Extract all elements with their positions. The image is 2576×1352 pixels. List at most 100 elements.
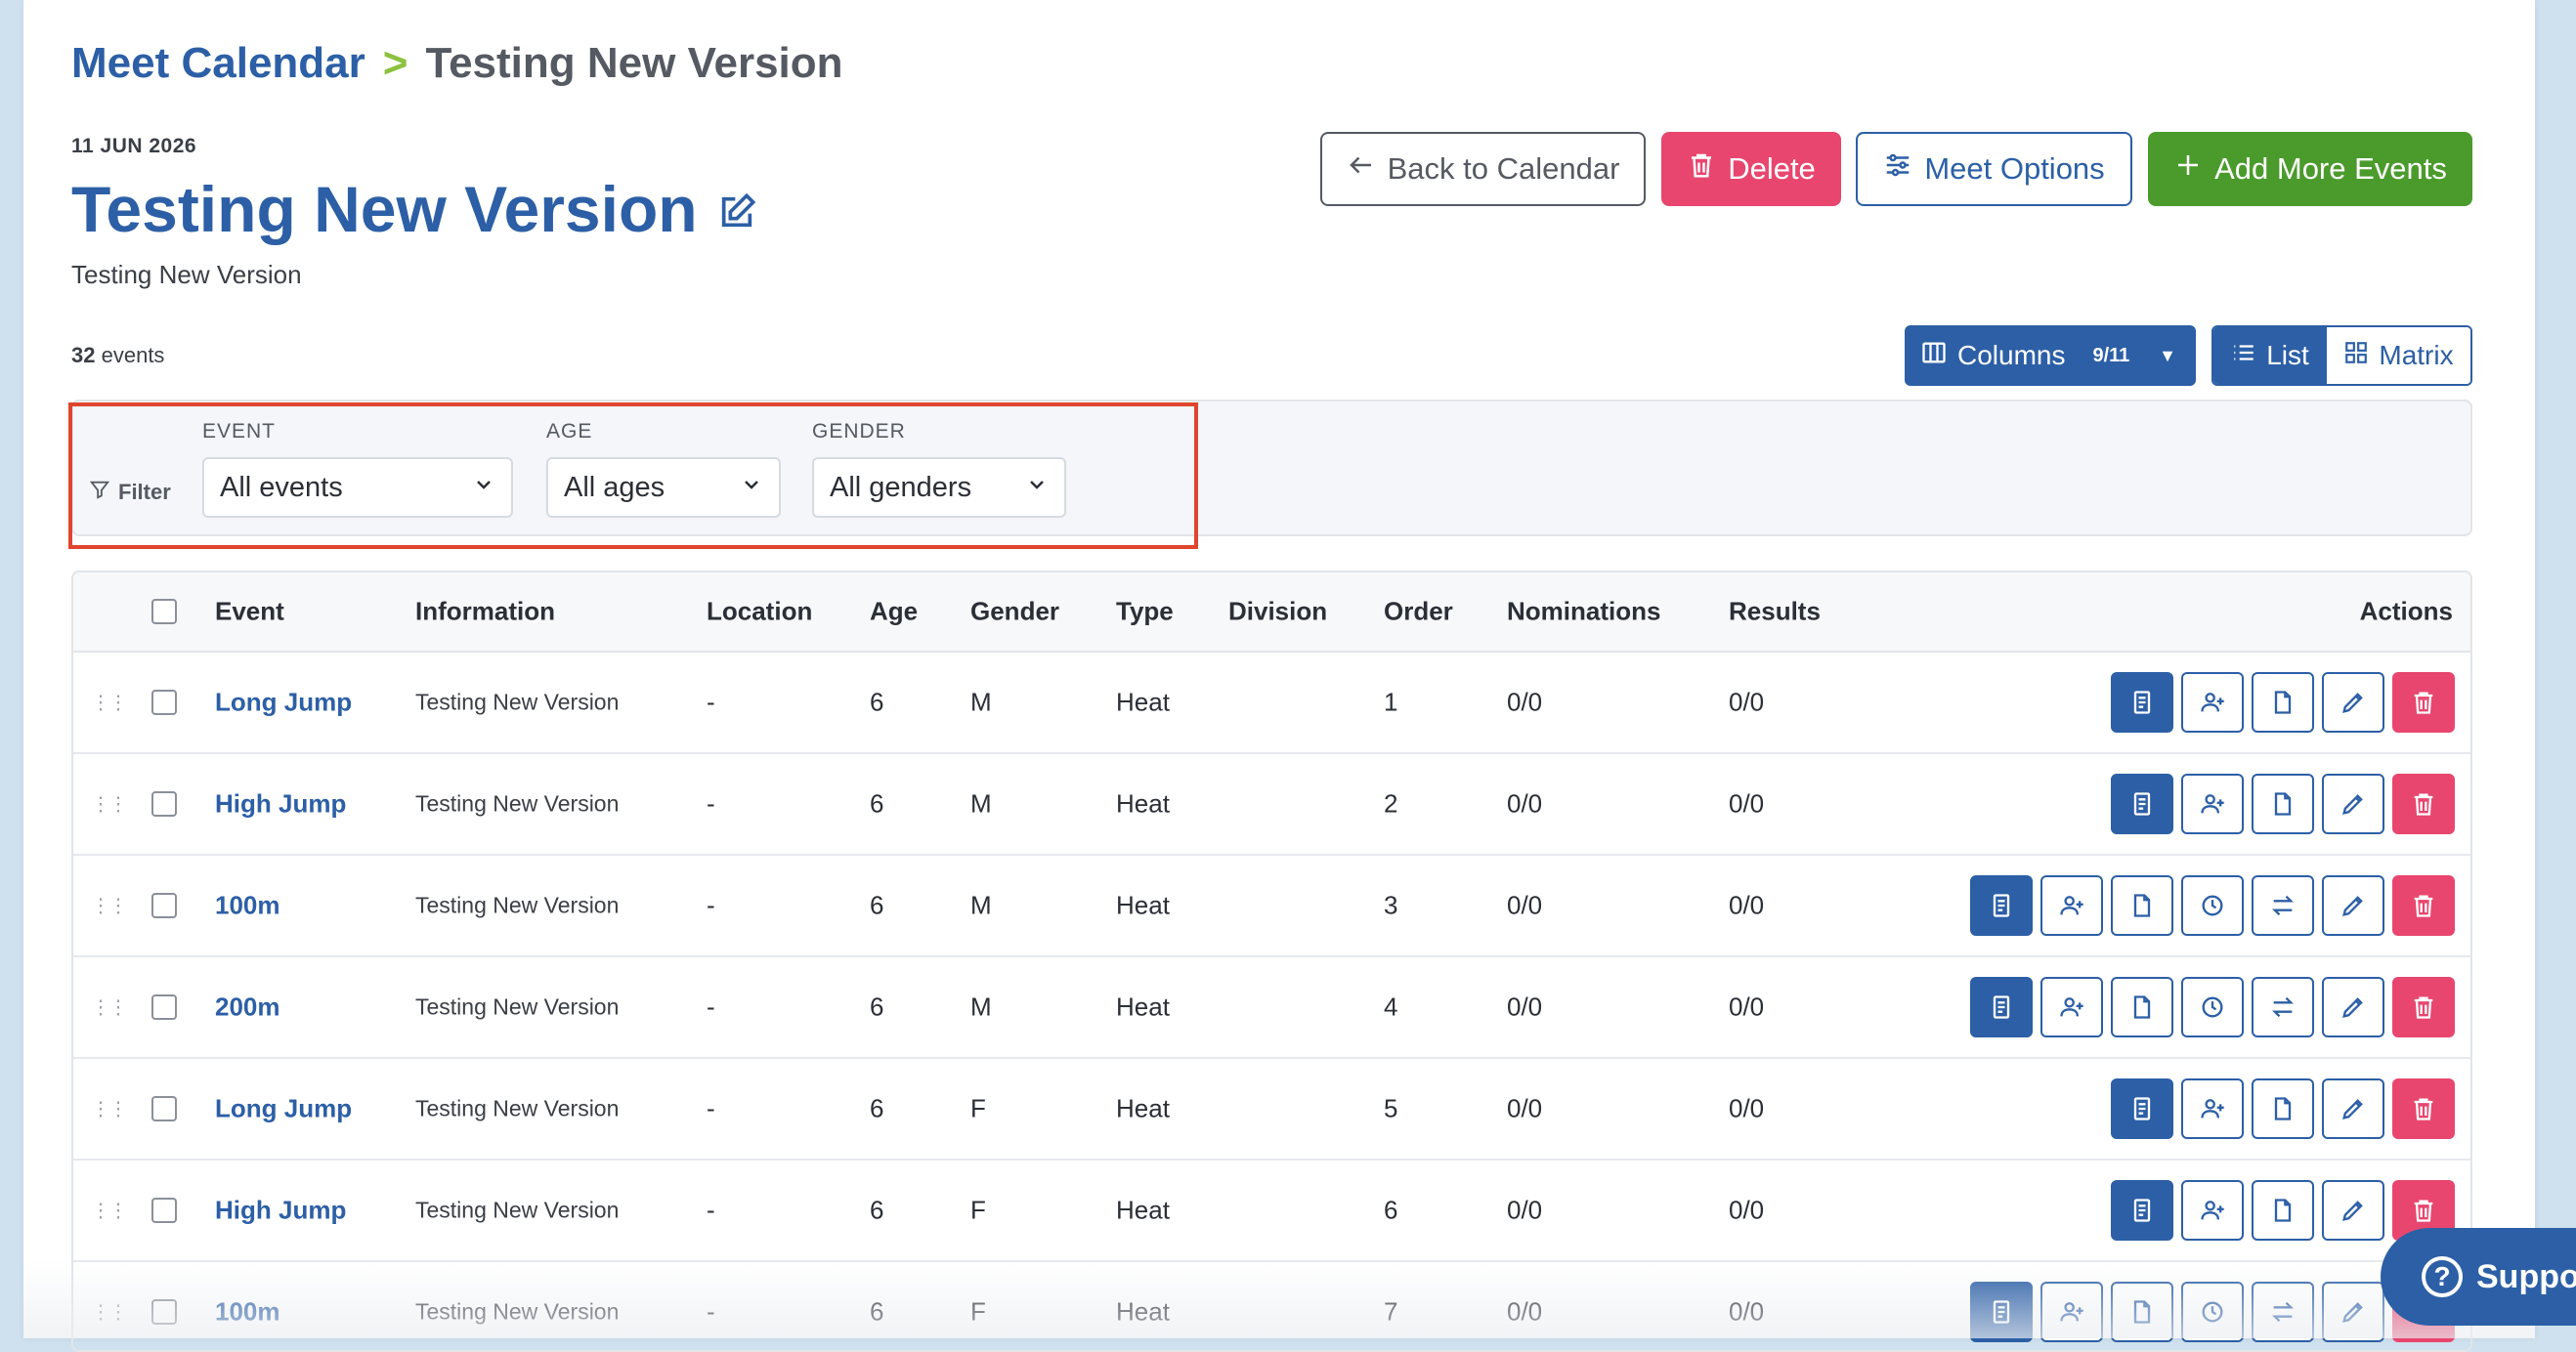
matrix-view-button[interactable]: Matrix — [2327, 327, 2470, 384]
document-button[interactable] — [2252, 1180, 2314, 1241]
gender-cell: M — [970, 788, 992, 819]
gender-filter-select[interactable]: All genders — [812, 457, 1066, 518]
drag-handle-icon[interactable]: ⋮⋮ — [91, 1199, 128, 1223]
results-button[interactable] — [2111, 774, 2173, 834]
document-button[interactable] — [2111, 977, 2173, 1037]
pencil-button[interactable] — [2322, 774, 2384, 834]
drag-handle-icon[interactable]: ⋮⋮ — [91, 894, 128, 918]
results-button[interactable] — [1970, 1282, 2033, 1342]
drag-handle-icon[interactable]: ⋮⋮ — [91, 995, 128, 1020]
add-user-button[interactable] — [2040, 977, 2103, 1037]
header-order[interactable]: Order — [1384, 597, 1453, 627]
trash-button[interactable] — [2392, 1078, 2455, 1139]
meet-options-button[interactable]: Meet Options — [1856, 132, 2132, 206]
delete-label: Delete — [1728, 151, 1816, 186]
back-to-calendar-button[interactable]: Back to Calendar — [1320, 132, 1646, 206]
swap-button[interactable] — [2252, 1282, 2314, 1342]
select-all-checkbox[interactable] — [151, 599, 177, 624]
drag-handle-icon[interactable]: ⋮⋮ — [91, 792, 128, 817]
trash-button[interactable] — [2392, 977, 2455, 1037]
drag-handle-icon[interactable]: ⋮⋮ — [91, 1097, 128, 1121]
document-button[interactable] — [2252, 1078, 2314, 1139]
pencil-button[interactable] — [2322, 1078, 2384, 1139]
header-results[interactable]: Results — [1729, 597, 1821, 627]
delete-button[interactable]: Delete — [1661, 132, 1841, 206]
trash-button[interactable] — [2392, 672, 2455, 733]
columns-dropdown-button[interactable]: Columns 9/11 ▼ — [1905, 325, 2196, 386]
add-user-button[interactable] — [2181, 1180, 2244, 1241]
document-button[interactable] — [2111, 1282, 2173, 1342]
add-user-button[interactable] — [2181, 774, 2244, 834]
row-checkbox[interactable] — [151, 1096, 177, 1121]
clock-button[interactable] — [2181, 977, 2244, 1037]
gender-cell: F — [970, 1093, 986, 1123]
trash-button[interactable] — [2392, 875, 2455, 936]
pencil-icon — [2340, 892, 2367, 919]
breadcrumb-meet-calendar-link[interactable]: Meet Calendar — [71, 39, 365, 88]
results-button[interactable] — [2111, 672, 2173, 733]
event-link[interactable]: High Jump — [215, 1196, 346, 1226]
swap-button[interactable] — [2252, 875, 2314, 936]
header-location[interactable]: Location — [707, 597, 812, 627]
clock-button[interactable] — [2181, 1282, 2244, 1342]
age-filter-select[interactable]: All ages — [546, 457, 781, 518]
row-checkbox[interactable] — [151, 1299, 177, 1325]
results-button[interactable] — [2111, 1180, 2173, 1241]
document-icon — [2269, 1197, 2297, 1224]
event-link[interactable]: High Jump — [215, 789, 346, 820]
results-cell: 0/0 — [1729, 687, 1765, 717]
chevron-down-icon: ▼ — [2159, 345, 2176, 365]
row-checkbox[interactable] — [151, 791, 177, 817]
event-link[interactable]: 100m — [215, 1297, 280, 1328]
edit-icon[interactable] — [717, 172, 756, 246]
results-button[interactable] — [1970, 875, 2033, 936]
row-checkbox[interactable] — [151, 1198, 177, 1223]
swap-button[interactable] — [2252, 977, 2314, 1037]
table-row: ⋮⋮ High Jump Testing New Version - 6 F Heat 6 0/… — [73, 1161, 2470, 1262]
add-user-button[interactable] — [2040, 1282, 2103, 1342]
header-division[interactable]: Division — [1228, 597, 1327, 627]
document-button[interactable] — [2252, 672, 2314, 733]
pencil-button[interactable] — [2322, 672, 2384, 733]
pencil-button[interactable] — [2322, 977, 2384, 1037]
row-checkbox[interactable] — [151, 893, 177, 918]
event-link[interactable]: 100m — [215, 891, 280, 921]
header-gender[interactable]: Gender — [970, 597, 1059, 627]
trash-button[interactable] — [2392, 774, 2455, 834]
header-type[interactable]: Type — [1116, 597, 1174, 627]
results-button[interactable] — [2111, 1078, 2173, 1139]
add-more-events-button[interactable]: Add More Events — [2148, 132, 2472, 206]
drag-handle-icon[interactable]: ⋮⋮ — [91, 691, 128, 715]
pencil-button[interactable] — [2322, 875, 2384, 936]
header-age[interactable]: Age — [870, 597, 918, 627]
results-button[interactable] — [1970, 977, 2033, 1037]
document-button[interactable] — [2252, 774, 2314, 834]
add-user-button[interactable] — [2181, 672, 2244, 733]
pencil-button[interactable] — [2322, 1180, 2384, 1241]
list-view-button[interactable]: List — [2213, 327, 2327, 384]
row-checkbox[interactable] — [151, 994, 177, 1020]
age-cell: 6 — [870, 1093, 884, 1123]
pencil-button[interactable] — [2322, 1282, 2384, 1342]
clock-button[interactable] — [2181, 875, 2244, 936]
header-information[interactable]: Information — [415, 597, 555, 627]
event-link[interactable]: Long Jump — [215, 1094, 352, 1124]
support-button[interactable]: ? Suppo — [2381, 1228, 2576, 1326]
plus-icon — [2173, 150, 2203, 188]
header-event[interactable]: Event — [215, 597, 284, 627]
drag-handle-icon[interactable]: ⋮⋮ — [91, 1300, 128, 1325]
event-filter-select[interactable]: All events — [202, 457, 513, 518]
table-row: ⋮⋮ High Jump Testing New Version - 6 M Heat 2 0/… — [73, 754, 2470, 856]
pencil-icon — [2340, 689, 2367, 716]
results-icon — [2128, 1095, 2156, 1122]
row-checkbox[interactable] — [151, 690, 177, 715]
document-button[interactable] — [2111, 875, 2173, 936]
location-cell: - — [707, 687, 715, 717]
support-label: Suppo — [2476, 1257, 2576, 1295]
event-link[interactable]: Long Jump — [215, 688, 352, 718]
add-user-button[interactable] — [2181, 1078, 2244, 1139]
event-link[interactable]: 200m — [215, 993, 280, 1023]
age-cell: 6 — [870, 992, 884, 1022]
header-nominations[interactable]: Nominations — [1507, 597, 1660, 627]
add-user-button[interactable] — [2040, 875, 2103, 936]
